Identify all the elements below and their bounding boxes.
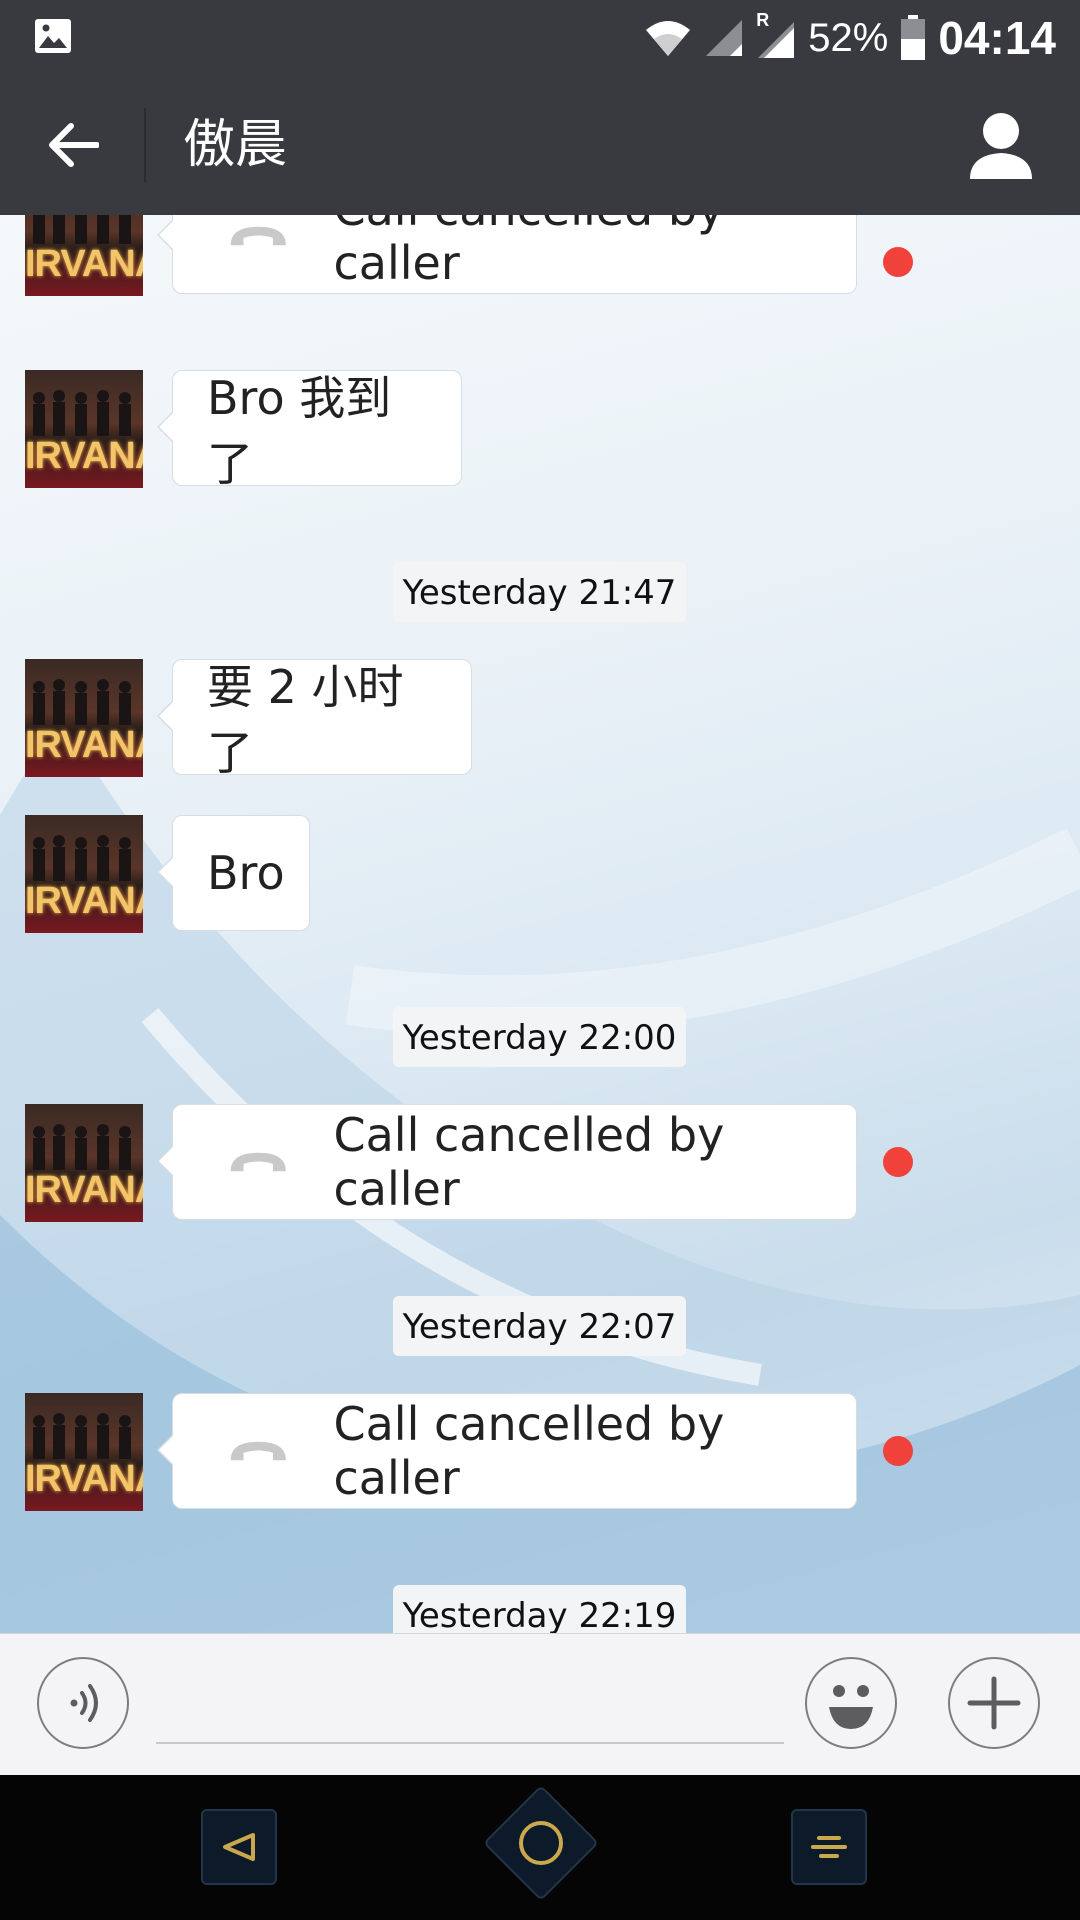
time-divider: Yesterday 22:07 (393, 1296, 686, 1356)
plus-icon (967, 1676, 1021, 1730)
unread-indicator (883, 1147, 913, 1177)
battery-icon (901, 15, 926, 60)
avatar-photo (33, 215, 131, 244)
avatar-text: IRVANA (25, 1458, 143, 1500)
call-message[interactable]: Call cancelled by caller (157, 215, 857, 294)
chat-header: 傲晨 (0, 75, 1080, 215)
contact-avatar[interactable]: IRVANA (25, 215, 143, 296)
voice-icon (70, 1684, 98, 1722)
emoji-icon (829, 1685, 873, 1729)
chat-title: 傲晨 (183, 115, 288, 175)
phone-icon (230, 1441, 286, 1461)
contact-avatar[interactable]: IRVANA (25, 815, 143, 933)
input-bar (0, 1633, 1080, 1776)
contact-avatar[interactable]: IRVANA (25, 1393, 143, 1511)
time-divider: Yesterday 21:47 (393, 562, 686, 622)
nav-back-icon (223, 1833, 255, 1861)
unread-indicator (883, 1436, 913, 1466)
message-text: 要 2 小时了 (207, 660, 404, 780)
signal-roaming: R (756, 10, 796, 60)
avatar-photo (33, 1413, 131, 1459)
call-text: Call cancelled by caller (333, 215, 724, 290)
battery-percent: 52% (808, 15, 889, 60)
call-text: Call cancelled by caller (333, 1397, 725, 1505)
signal-icon-2 (758, 22, 795, 58)
call-text: Call cancelled by caller (333, 1108, 725, 1216)
emoji-button[interactable] (805, 1657, 897, 1749)
time-divider: Yesterday 22:19 (393, 1585, 686, 1633)
back-button[interactable] (38, 110, 108, 180)
wifi-icon (646, 21, 691, 56)
avatar-text: IRVANA (25, 1169, 143, 1211)
avatar-text: IRVANA (25, 880, 143, 922)
status-bar: R 52% 04:14 (0, 0, 1080, 75)
time-divider: Yesterday 22:00 (393, 1007, 686, 1067)
system-nav-bar (0, 1775, 1080, 1920)
avatar-text: IRVANA (25, 724, 143, 766)
contact-avatar[interactable]: IRVANA (25, 1104, 143, 1222)
avatar-text: IRVANA (25, 243, 143, 285)
message-list[interactable]: IRVANA Call cancelled by caller IRVANA B… (0, 215, 1080, 1633)
message-text: Bro (207, 846, 285, 900)
contact-avatar[interactable]: IRVANA (25, 370, 143, 488)
avatar-photo (33, 679, 131, 725)
text-message[interactable]: Bro 我到了 (157, 370, 462, 491)
voice-button[interactable] (37, 1657, 129, 1749)
profile-icon[interactable] (966, 109, 1036, 181)
signal-icon (706, 20, 743, 56)
header-divider (144, 108, 146, 182)
message-input[interactable] (156, 1668, 784, 1744)
message-text: Bro 我到了 (207, 371, 392, 491)
phone-icon (230, 226, 286, 246)
nav-menu-icon (811, 1836, 847, 1858)
nav-back-button[interactable] (201, 1809, 277, 1885)
back-arrow-icon (49, 123, 99, 167)
avatar-photo (33, 1124, 131, 1170)
text-message[interactable]: Bro (157, 815, 310, 931)
contact-avatar[interactable]: IRVANA (25, 659, 143, 777)
image-icon (35, 19, 71, 53)
text-message[interactable]: 要 2 小时了 (157, 659, 472, 780)
avatar-photo (33, 390, 131, 436)
clock: 04:14 (938, 12, 1056, 64)
unread-indicator (883, 247, 913, 277)
call-message[interactable]: Call cancelled by caller (157, 1104, 857, 1220)
phone-icon (230, 1152, 286, 1172)
avatar-text: IRVANA (25, 435, 143, 477)
call-message[interactable]: Call cancelled by caller (157, 1393, 857, 1509)
nav-menu-button[interactable] (791, 1809, 867, 1885)
more-button[interactable] (948, 1657, 1040, 1749)
avatar-photo (33, 835, 131, 881)
nav-home-icon (519, 1821, 563, 1865)
